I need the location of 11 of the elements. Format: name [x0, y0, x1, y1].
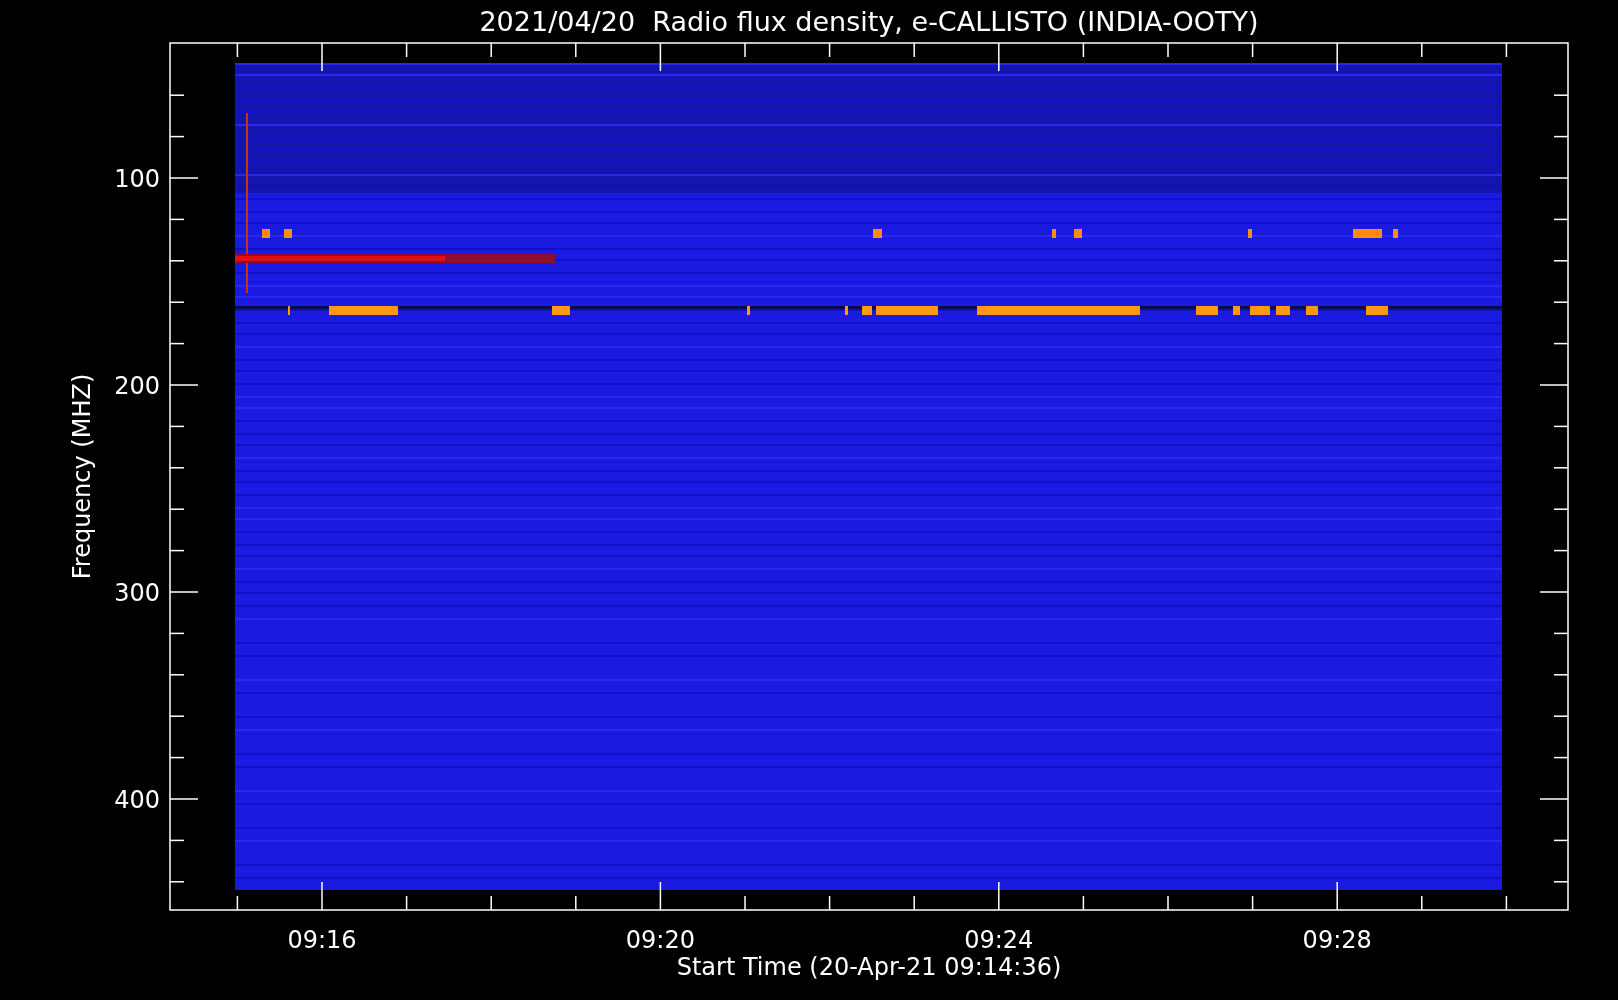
y-axis-label: Frequency (MHZ) [68, 373, 96, 580]
x-tick-label: 09:20 [625, 926, 695, 954]
y-tick-label: 300 [114, 579, 160, 607]
y-tick-label: 100 [114, 165, 160, 193]
y-tick-label: 200 [114, 372, 160, 400]
plot-title: 2021/04/20 Radio flux density, e-CALLISTO (INDIA-OOTY) [479, 6, 1259, 37]
x-axis-label: Start Time (20-Apr-21 09:14:36) [676, 953, 1062, 981]
y-tick-label: 400 [114, 786, 160, 814]
x-tick-label: 09:16 [287, 926, 357, 954]
x-tick-label: 09:24 [964, 926, 1034, 954]
x-tick-label: 09:28 [1302, 926, 1372, 954]
